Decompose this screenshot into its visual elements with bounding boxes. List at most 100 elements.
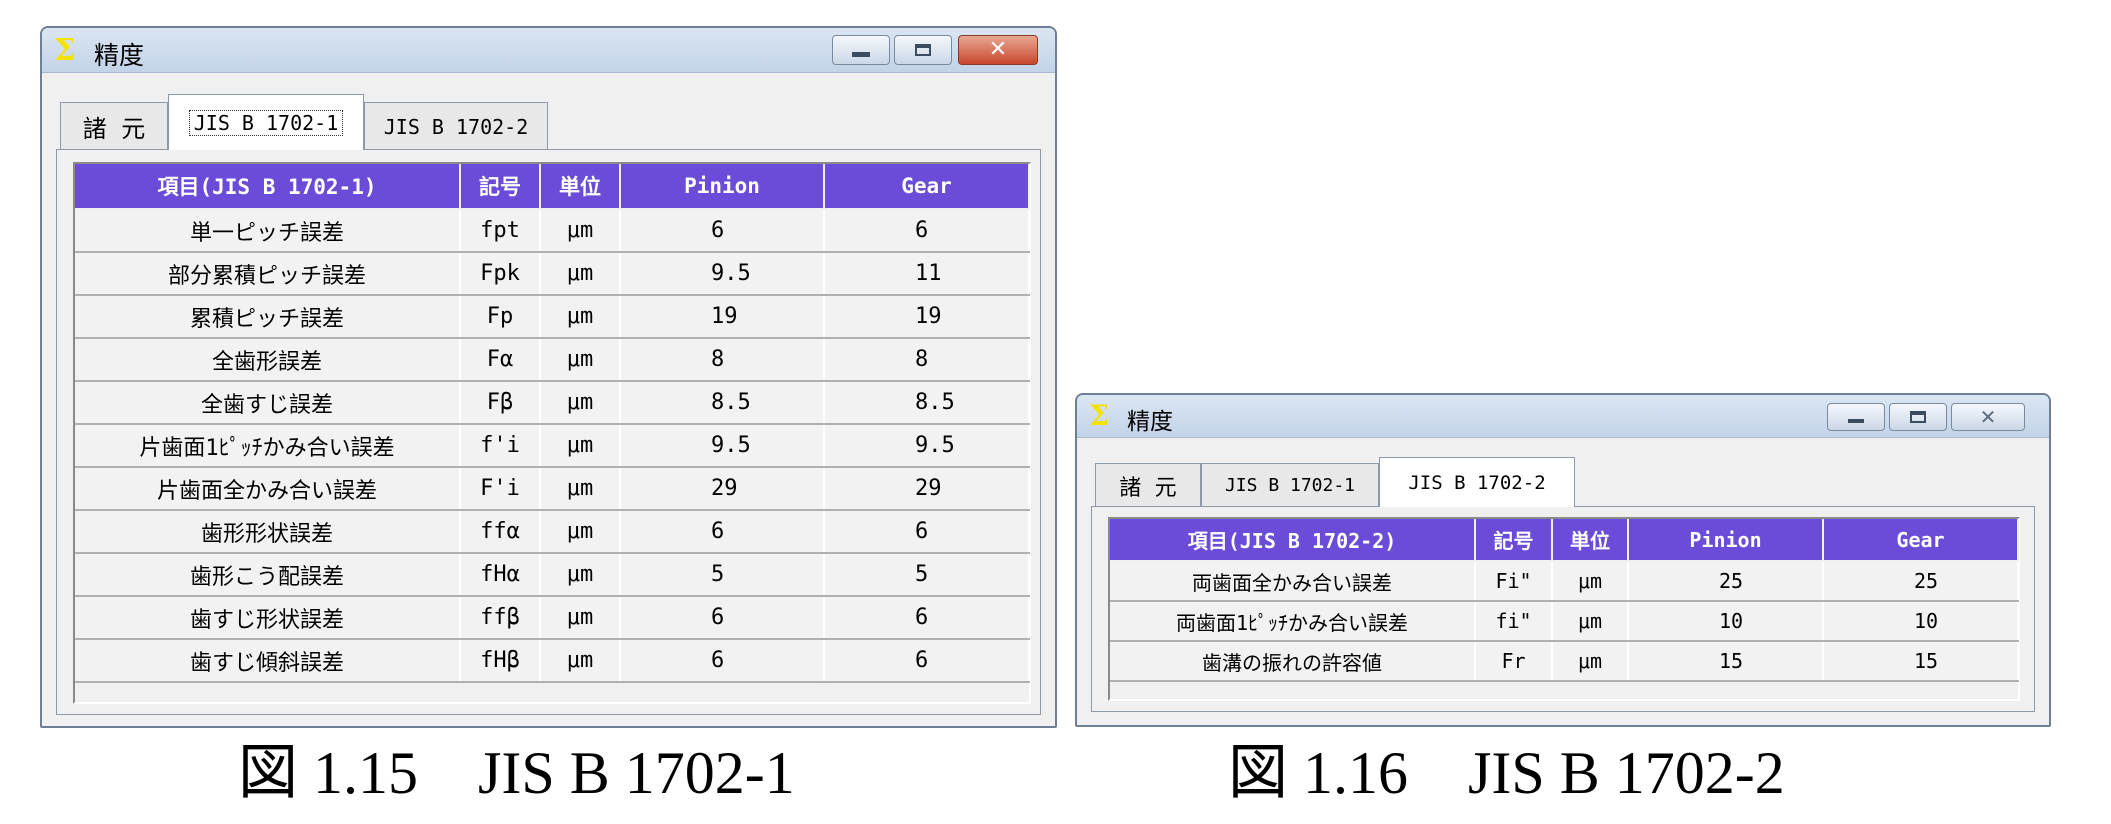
- accuracy-table: 項目(JIS B 1702-1) 記号 単位 Pinion Gear 単一ピッチ…: [75, 164, 1030, 683]
- tab-label: JIS B 1702-1: [188, 109, 344, 136]
- precision-window-1: Σ 精度 ✕ 諸 元 JIS B 1702-1 JIS B 1702-2 項目(…: [40, 26, 1057, 728]
- pinion-value-cell[interactable]: 9.5: [620, 252, 825, 296]
- tab-panel: 項目(JIS B 1702-1) 記号 単位 Pinion Gear 単一ピッチ…: [56, 149, 1041, 715]
- column-header-unit: 単位: [540, 164, 621, 210]
- item-cell: 累積ピッチ誤差: [75, 295, 461, 339]
- item-cell: 歯すじ傾斜誤差: [75, 639, 461, 683]
- tab-label: 諸 元: [82, 115, 146, 143]
- pinion-value-cell[interactable]: 25: [1628, 561, 1824, 602]
- column-header-item: 項目(JIS B 1702-2): [1110, 519, 1476, 562]
- tab-jis-b-1702-1[interactable]: JIS B 1702-1: [1201, 463, 1379, 507]
- table-row: 歯形形状誤差 ffα μm 6 6: [75, 510, 1030, 554]
- unit-cell: μm: [540, 381, 621, 425]
- symbol-cell: ffα: [460, 510, 541, 554]
- gear-value-cell[interactable]: 6: [824, 510, 1030, 554]
- gear-value-cell[interactable]: 8.5: [824, 381, 1030, 425]
- unit-cell: μm: [540, 295, 621, 339]
- gear-value-cell[interactable]: 15: [1823, 641, 2019, 682]
- symbol-cell: ffβ: [460, 596, 541, 640]
- column-header-gear: Gear: [824, 164, 1030, 210]
- tab-jis-b-1702-1[interactable]: JIS B 1702-1: [168, 94, 364, 150]
- window-title: 精度: [1127, 409, 1173, 435]
- tab-specs[interactable]: 諸 元: [1095, 463, 1201, 507]
- item-cell: 部分累積ピッチ誤差: [75, 252, 461, 296]
- gear-value-cell[interactable]: 6: [824, 596, 1030, 640]
- symbol-cell: fpt: [460, 209, 541, 253]
- accuracy-grid: 項目(JIS B 1702-2) 記号 単位 Pinion Gear 両歯面全か…: [1108, 517, 2020, 701]
- symbol-cell: Fpk: [460, 252, 541, 296]
- symbol-cell: Fα: [460, 338, 541, 382]
- gear-value-cell[interactable]: 6: [824, 639, 1030, 683]
- tab-panel: 項目(JIS B 1702-2) 記号 単位 Pinion Gear 両歯面全か…: [1091, 506, 2035, 712]
- sigma-icon: Σ: [54, 33, 76, 68]
- symbol-cell: fHβ: [460, 639, 541, 683]
- minimize-button[interactable]: [832, 35, 890, 65]
- unit-cell: μm: [1552, 561, 1629, 602]
- gear-value-cell[interactable]: 6: [824, 209, 1030, 253]
- tab-label: JIS B 1702-2: [383, 114, 529, 139]
- gear-value-cell[interactable]: 9.5: [824, 424, 1030, 468]
- gear-value-cell[interactable]: 11: [824, 252, 1030, 296]
- pinion-value-cell[interactable]: 6: [620, 209, 825, 253]
- item-cell: 両歯面1ﾋﾟｯﾁかみ合い誤差: [1110, 601, 1476, 642]
- tab-jis-b-1702-2[interactable]: JIS B 1702-2: [1379, 457, 1575, 507]
- pinion-value-cell[interactable]: 9.5: [620, 424, 825, 468]
- tab-jis-b-1702-2[interactable]: JIS B 1702-2: [364, 102, 548, 150]
- close-button[interactable]: ✕: [958, 35, 1038, 65]
- unit-cell: μm: [540, 252, 621, 296]
- close-button[interactable]: ✕: [1951, 403, 2025, 431]
- figure-caption-2: 図 1.16 JIS B 1702-2: [1228, 740, 1785, 806]
- pinion-value-cell[interactable]: 19: [620, 295, 825, 339]
- unit-cell: μm: [540, 424, 621, 468]
- item-cell: 歯形形状誤差: [75, 510, 461, 554]
- pinion-value-cell[interactable]: 8.5: [620, 381, 825, 425]
- pinion-value-cell[interactable]: 29: [620, 467, 825, 511]
- gear-value-cell[interactable]: 25: [1823, 561, 2019, 602]
- unit-cell: μm: [540, 209, 621, 253]
- pinion-value-cell[interactable]: 8: [620, 338, 825, 382]
- minimize-button[interactable]: [1827, 403, 1885, 431]
- gear-value-cell[interactable]: 8: [824, 338, 1030, 382]
- table-row: 両歯面1ﾋﾟｯﾁかみ合い誤差 fi" μm 10 10: [1110, 601, 2019, 642]
- symbol-cell: Fi": [1475, 561, 1553, 602]
- pinion-value-cell[interactable]: 5: [620, 553, 825, 597]
- pinion-value-cell[interactable]: 15: [1628, 641, 1824, 682]
- tab-specs[interactable]: 諸 元: [60, 102, 168, 150]
- title-bar: Σ 精度 ✕: [1077, 395, 2049, 438]
- accuracy-grid: 項目(JIS B 1702-1) 記号 単位 Pinion Gear 単一ピッチ…: [73, 162, 1031, 704]
- tab-label: 諸 元: [1119, 475, 1177, 501]
- table-row: 全歯すじ誤差 Fβ μm 8.5 8.5: [75, 381, 1030, 425]
- maximize-button[interactable]: [1889, 403, 1947, 431]
- gear-value-cell[interactable]: 5: [824, 553, 1030, 597]
- minimize-icon: [1848, 419, 1864, 423]
- column-header-item: 項目(JIS B 1702-1): [75, 164, 461, 210]
- unit-cell: μm: [540, 510, 621, 554]
- table-row: 単一ピッチ誤差 fpt μm 6 6: [75, 209, 1030, 253]
- column-header-pinion: Pinion: [1628, 519, 1824, 562]
- pinion-value-cell[interactable]: 10: [1628, 601, 1824, 642]
- figure-caption-1: 図 1.15 JIS B 1702-1: [238, 740, 795, 806]
- table-row: 累積ピッチ誤差 Fp μm 19 19: [75, 295, 1030, 339]
- gear-value-cell[interactable]: 10: [1823, 601, 2019, 642]
- pinion-value-cell[interactable]: 6: [620, 639, 825, 683]
- pinion-value-cell[interactable]: 6: [620, 596, 825, 640]
- pinion-value-cell[interactable]: 6: [620, 510, 825, 554]
- column-header-gear: Gear: [1823, 519, 2019, 562]
- maximize-button[interactable]: [894, 35, 952, 65]
- item-cell: 単一ピッチ誤差: [75, 209, 461, 253]
- table-row: 部分累積ピッチ誤差 Fpk μm 9.5 11: [75, 252, 1030, 296]
- gear-value-cell[interactable]: 19: [824, 295, 1030, 339]
- symbol-cell: fHα: [460, 553, 541, 597]
- window-title: 精度: [94, 41, 145, 70]
- item-cell: 片歯面1ﾋﾟｯﾁかみ合い誤差: [75, 424, 461, 468]
- symbol-cell: f'i: [460, 424, 541, 468]
- item-cell: 全歯すじ誤差: [75, 381, 461, 425]
- gear-value-cell[interactable]: 29: [824, 467, 1030, 511]
- item-cell: 両歯面全かみ合い誤差: [1110, 561, 1476, 602]
- item-cell: 歯溝の振れの許容値: [1110, 641, 1476, 682]
- symbol-cell: Fp: [460, 295, 541, 339]
- column-header-unit: 単位: [1552, 519, 1629, 562]
- unit-cell: μm: [540, 553, 621, 597]
- symbol-cell: Fr: [1475, 641, 1553, 682]
- table-row: 歯すじ形状誤差 ffβ μm 6 6: [75, 596, 1030, 640]
